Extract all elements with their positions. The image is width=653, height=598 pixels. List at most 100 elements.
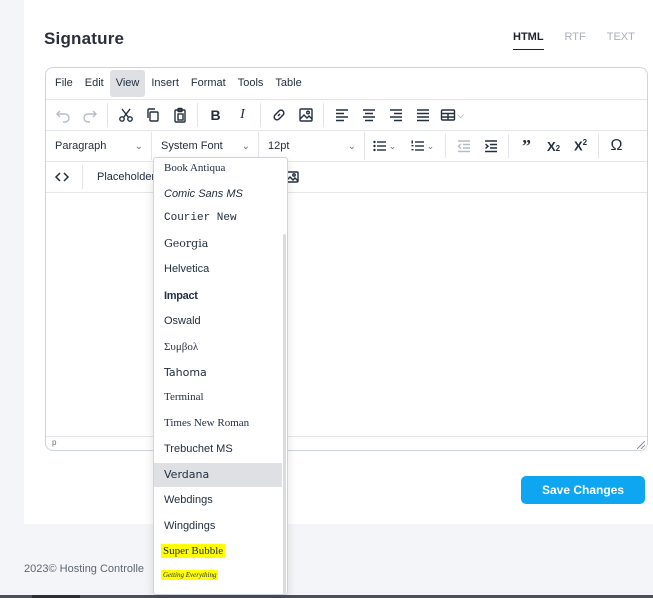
dropdown-scrollbar[interactable] bbox=[283, 234, 286, 594]
editor-toolbar-format: Paragraph ⌄ System Font ⌄ 12pt ⌄ ⌄ ⌄ ” X… bbox=[46, 131, 647, 162]
numbered-list-button[interactable]: ⌄ bbox=[403, 134, 441, 158]
font-size-select[interactable]: 12pt ⌄ bbox=[259, 132, 365, 160]
scissors-icon bbox=[118, 108, 133, 122]
table-icon bbox=[440, 109, 456, 121]
toolbar-separator bbox=[445, 134, 446, 158]
font-option-super-bubble[interactable]: Super Bubble bbox=[154, 539, 282, 563]
outdent-button[interactable] bbox=[450, 134, 477, 158]
menu-insert[interactable]: Insert bbox=[145, 70, 185, 97]
font-option-helvetica[interactable]: Helvetica bbox=[154, 257, 282, 281]
font-option-oswald[interactable]: Oswald bbox=[154, 309, 282, 333]
font-family-value: System Font bbox=[161, 140, 223, 152]
link-button[interactable] bbox=[265, 103, 292, 127]
editor-content-area[interactable] bbox=[46, 192, 647, 436]
font-option-tahoma[interactable]: Tahoma bbox=[154, 361, 282, 385]
table-button[interactable]: ⌵ bbox=[436, 103, 468, 127]
link-icon bbox=[272, 109, 285, 121]
source-code-button[interactable] bbox=[46, 165, 78, 189]
align-justify-icon bbox=[416, 109, 429, 122]
chevron-down-icon: ⌵ bbox=[457, 109, 464, 120]
align-right-button[interactable] bbox=[382, 103, 409, 127]
font-option-georgia[interactable]: Georgia bbox=[154, 232, 282, 256]
toolbar-separator bbox=[197, 103, 198, 127]
menu-table[interactable]: Table bbox=[269, 70, 307, 97]
font-option-getting-everything[interactable]: Getting Everything bbox=[154, 563, 282, 587]
font-option-webdings[interactable]: Webdings bbox=[154, 488, 282, 512]
save-changes-button[interactable]: Save Changes bbox=[521, 476, 645, 504]
align-left-button[interactable] bbox=[328, 103, 355, 127]
format-tabs: HTML RTF TEXT bbox=[513, 31, 653, 50]
font-family-dropdown: Book Antiqua Comic Sans MS Courier New G… bbox=[153, 157, 288, 595]
placeholder-button[interactable]: Placeholder bbox=[87, 171, 161, 183]
menu-view[interactable]: View bbox=[109, 70, 146, 97]
align-center-icon bbox=[362, 109, 375, 122]
superscript-icon: X2 bbox=[573, 138, 588, 154]
menu-file[interactable]: File bbox=[49, 70, 79, 97]
image-button[interactable] bbox=[292, 103, 319, 127]
align-left-icon bbox=[335, 109, 348, 122]
font-family-select[interactable]: System Font ⌄ bbox=[152, 132, 259, 160]
toolbar-separator bbox=[508, 134, 509, 158]
resize-handle[interactable] bbox=[637, 441, 645, 449]
indent-button[interactable] bbox=[477, 134, 504, 158]
toolbar-separator bbox=[260, 103, 261, 127]
toolbar-separator bbox=[107, 103, 108, 127]
font-option-comic-sans[interactable]: Comic Sans MS bbox=[154, 182, 282, 206]
block-format-select[interactable]: Paragraph ⌄ bbox=[46, 132, 152, 160]
editor-statusbar: p bbox=[46, 436, 647, 450]
align-right-icon bbox=[389, 109, 402, 122]
font-option-times-new-roman[interactable]: Times New Roman bbox=[154, 411, 282, 435]
blockquote-button[interactable]: ” bbox=[513, 134, 540, 158]
copy-button[interactable] bbox=[139, 103, 166, 127]
outdent-icon bbox=[456, 140, 470, 153]
font-option-impact[interactable]: Impact bbox=[154, 284, 282, 308]
element-path[interactable]: p bbox=[52, 438, 56, 447]
clipboard-icon bbox=[173, 107, 186, 123]
indent-icon bbox=[484, 140, 497, 153]
bullet-list-icon bbox=[373, 140, 386, 152]
chevron-down-icon: ⌄ bbox=[241, 140, 250, 152]
italic-button[interactable]: I bbox=[229, 103, 256, 127]
redo-button[interactable] bbox=[76, 103, 103, 127]
menu-tools[interactable]: Tools bbox=[232, 70, 270, 97]
menu-format[interactable]: Format bbox=[185, 70, 232, 97]
chevron-down-icon: ⌄ bbox=[347, 140, 356, 152]
font-option-wingdings[interactable]: Wingdings bbox=[154, 514, 282, 538]
align-justify-button[interactable] bbox=[409, 103, 436, 127]
font-option-symbol[interactable]: Συμβολ bbox=[154, 335, 282, 359]
footer-copyright: 2023© Hosting Controlle bbox=[24, 563, 145, 575]
font-option-terminal[interactable]: Terminal bbox=[154, 385, 282, 409]
omega-icon: Ω bbox=[610, 137, 623, 154]
tab-text[interactable]: TEXT bbox=[607, 31, 635, 50]
tab-rtf[interactable]: RTF bbox=[565, 31, 586, 50]
font-option-verdana[interactable]: Verdana bbox=[154, 463, 282, 487]
editor-toolbar-main: B I ⌵ bbox=[46, 100, 647, 131]
numbered-list-icon bbox=[411, 140, 424, 151]
paste-button[interactable] bbox=[166, 103, 193, 127]
quote-icon: ” bbox=[522, 135, 531, 156]
copy-icon bbox=[146, 108, 159, 122]
subscript-icon: X2 bbox=[546, 138, 561, 154]
bold-icon: B bbox=[210, 107, 221, 123]
undo-icon bbox=[55, 110, 70, 123]
chevron-down-icon: ⌄ bbox=[134, 140, 143, 152]
font-option-courier-new[interactable]: Courier New bbox=[154, 206, 282, 230]
subscript-button[interactable]: X2 bbox=[540, 134, 567, 158]
menu-edit[interactable]: Edit bbox=[79, 70, 110, 97]
special-char-button[interactable]: Ω bbox=[603, 134, 630, 158]
bold-button[interactable]: B bbox=[202, 103, 229, 127]
cut-button[interactable] bbox=[112, 103, 139, 127]
font-option-book-antiqua[interactable]: Book Antiqua bbox=[154, 158, 282, 180]
highlighted-label: Super Bubble bbox=[161, 544, 226, 558]
font-option-trebuchet[interactable]: Trebuchet MS bbox=[154, 437, 282, 461]
toolbar-separator bbox=[598, 134, 599, 158]
undo-button[interactable] bbox=[49, 103, 76, 127]
image-icon bbox=[298, 108, 313, 122]
superscript-button[interactable]: X2 bbox=[567, 134, 594, 158]
highlighted-label: Getting Everything bbox=[161, 570, 219, 580]
toolbar-separator bbox=[82, 165, 83, 189]
rich-text-editor: File Edit View Insert Format Tools Table bbox=[45, 67, 648, 451]
bullet-list-button[interactable]: ⌄ bbox=[365, 134, 403, 158]
align-center-button[interactable] bbox=[355, 103, 382, 127]
tab-html[interactable]: HTML bbox=[513, 31, 544, 50]
